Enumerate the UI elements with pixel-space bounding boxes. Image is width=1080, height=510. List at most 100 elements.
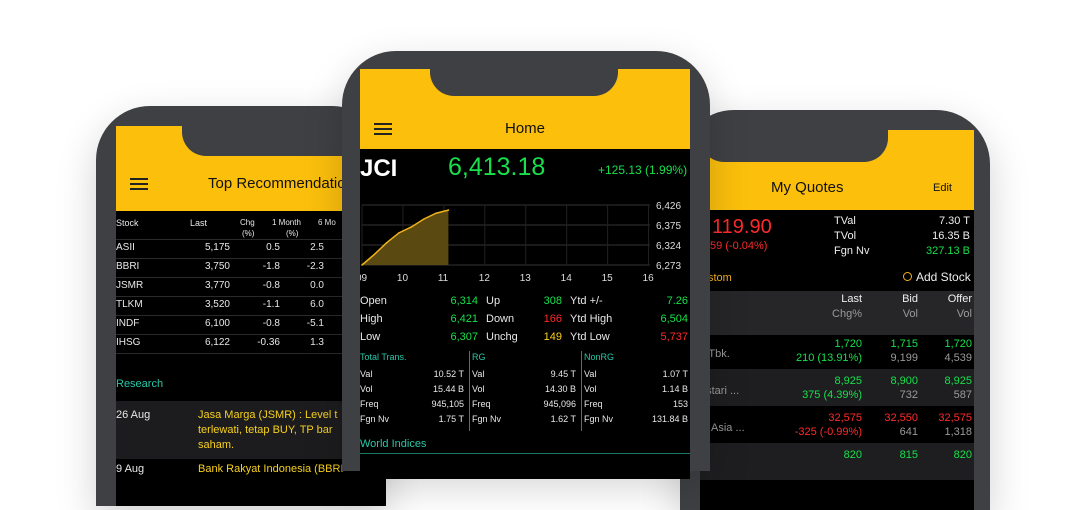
index-change: +125.13 (1.99%) bbox=[598, 163, 688, 177]
news-line-1: Jasa Marga (JSMR) : Level t bbox=[198, 409, 338, 421]
stat-value: 308 bbox=[543, 295, 562, 307]
summary-label: Fgn Nv bbox=[834, 245, 870, 257]
center-notch bbox=[430, 69, 618, 96]
table-cell: -0.36 bbox=[257, 337, 280, 348]
edit-button[interactable]: Edit bbox=[933, 182, 952, 194]
table-cell: 5,175 bbox=[204, 242, 230, 253]
data-point bbox=[361, 264, 363, 266]
col-header: Bid bbox=[902, 293, 918, 305]
right-notch bbox=[700, 130, 888, 162]
quote-bid: 32,550 bbox=[884, 412, 918, 424]
col-subheader: Vol bbox=[902, 308, 918, 320]
stat-label: Ytd Low bbox=[570, 331, 610, 343]
table-cell: -2.3 bbox=[306, 261, 324, 272]
trans-divider bbox=[469, 351, 470, 431]
summary-value: 16.35 B bbox=[932, 230, 970, 242]
quote-offer: 8,925 bbox=[944, 375, 972, 387]
summary-value: 7.30 T bbox=[939, 215, 970, 227]
trans-value: 945,096 bbox=[543, 399, 576, 409]
trans-label: Vol bbox=[472, 384, 485, 394]
summary-label: TVal bbox=[834, 215, 856, 227]
trans-value: 15.44 B bbox=[432, 384, 464, 394]
table-cell: 1.3 bbox=[310, 337, 324, 348]
quote-last: 8,925 bbox=[834, 375, 862, 387]
col-header: Offer bbox=[947, 293, 972, 305]
trans-label: Fgn Nv bbox=[472, 414, 502, 424]
left-title: Top Recommendation bbox=[208, 175, 354, 192]
table-cell: 2.5 bbox=[310, 242, 324, 253]
world-indices-label[interactable]: World Indices bbox=[360, 438, 426, 450]
quote-chg: 375 (4.39%) bbox=[802, 389, 862, 401]
summary-label: TVol bbox=[834, 230, 857, 242]
trans-label: Fgn Nv bbox=[360, 414, 390, 424]
menu-icon[interactable] bbox=[374, 123, 392, 135]
y-tick-label: 6,324 bbox=[656, 241, 681, 252]
trans-label: Val bbox=[360, 369, 373, 379]
quote-bid-vol: 9,199 bbox=[890, 352, 918, 364]
x-tick-label: 10 bbox=[397, 273, 409, 284]
trans-value: 9.45 T bbox=[550, 369, 576, 379]
add-stock-button[interactable]: Add Stock bbox=[903, 270, 971, 284]
col-chg-unit: (%) bbox=[242, 229, 255, 238]
col-subheader: Chg% bbox=[832, 308, 862, 320]
col-header: Last bbox=[841, 293, 862, 305]
research-label: Research bbox=[116, 378, 164, 390]
trans-col-title: RG bbox=[472, 352, 486, 362]
table-cell: -0.8 bbox=[262, 318, 280, 329]
trans-label: Freq bbox=[584, 399, 603, 409]
quote-offer-vol: 1,318 bbox=[944, 426, 972, 438]
quote-bid: 815 bbox=[899, 449, 918, 461]
right-title: My Quotes bbox=[771, 179, 844, 196]
news-line-4: Bank Rakyat Indonesia (BBRI bbox=[198, 463, 344, 475]
trans-value: 10.52 T bbox=[433, 369, 464, 379]
table-cell: -5.1 bbox=[306, 318, 324, 329]
x-tick-label: 09 bbox=[360, 273, 368, 284]
data-point bbox=[422, 218, 425, 220]
col-6month: 6 Mo bbox=[318, 218, 336, 227]
quote-change: 59 (-0.04%) bbox=[710, 240, 768, 252]
data-point bbox=[435, 212, 437, 215]
table-cell: ASII bbox=[116, 242, 135, 253]
quote-bid-vol: 732 bbox=[899, 389, 918, 401]
table-cell: 0.0 bbox=[310, 280, 324, 291]
quote-bid: 1,715 bbox=[890, 338, 918, 350]
data-point bbox=[410, 226, 413, 228]
table-cell: -0.8 bbox=[262, 280, 280, 291]
jci-chart: 6,426 6,375 6,324 6,273 09 10 11 12 13 14 15 16 bbox=[360, 197, 690, 297]
right-phone: My Quotes Edit 119.90 59 (-0.04%) TVal 7.… bbox=[680, 110, 990, 510]
y-tick-label: 6,375 bbox=[656, 221, 681, 232]
stat-value: 6,314 bbox=[450, 295, 478, 307]
stat-value: 6,307 bbox=[450, 331, 478, 343]
y-tick-label: 6,426 bbox=[656, 201, 681, 212]
stat-value: 166 bbox=[543, 313, 562, 325]
menu-icon[interactable] bbox=[130, 178, 148, 190]
center-screen: Home JCI 6,413.18 +125.13 (1.99%) 6,426 6… bbox=[360, 69, 690, 479]
data-point bbox=[373, 253, 376, 256]
index-name: JCI bbox=[360, 155, 398, 182]
trans-value: 1.14 B bbox=[661, 384, 688, 394]
right-screen: My Quotes Edit 119.90 59 (-0.04%) TVal 7.… bbox=[700, 130, 974, 510]
table-cell: 6,100 bbox=[204, 318, 230, 329]
index-value: 6,413.18 bbox=[448, 153, 546, 181]
custom-label[interactable]: stom bbox=[708, 272, 732, 284]
col-last: Last bbox=[190, 218, 208, 228]
quote-offer: 820 bbox=[953, 449, 972, 461]
stat-label: Unchg bbox=[486, 331, 518, 343]
center-phone: Home JCI 6,413.18 +125.13 (1.99%) 6,426 6… bbox=[342, 51, 710, 479]
x-tick-label: 15 bbox=[602, 273, 614, 284]
trans-label: Vol bbox=[360, 384, 373, 394]
quote-offer-vol: 4,539 bbox=[944, 352, 972, 364]
quote-last: 820 bbox=[843, 449, 862, 461]
summary-value: 327.13 B bbox=[925, 245, 970, 257]
stat-label: Ytd High bbox=[570, 313, 613, 325]
quote-price: 119.90 bbox=[712, 216, 772, 238]
trans-label: Val bbox=[472, 369, 485, 379]
col-subheader: Vol bbox=[956, 308, 972, 320]
table-cell: IHSG bbox=[116, 337, 141, 348]
x-tick-label: 11 bbox=[438, 273, 449, 284]
stat-value: 149 bbox=[543, 331, 562, 343]
x-tick-label: 16 bbox=[643, 273, 655, 284]
trans-value: 945,105 bbox=[431, 399, 464, 409]
table-cell: JSMR bbox=[116, 280, 144, 291]
data-point bbox=[385, 241, 388, 244]
